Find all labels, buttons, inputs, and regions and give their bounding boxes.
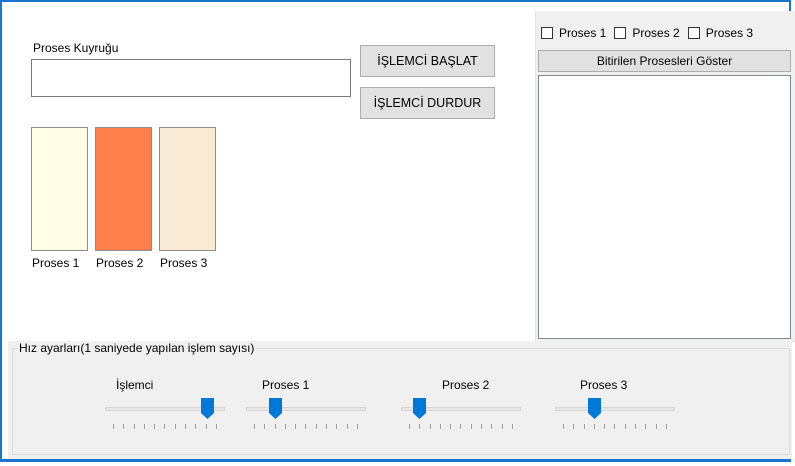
- tick-mark: [450, 424, 452, 429]
- processor-speed-slider-thumb[interactable]: [200, 398, 214, 419]
- tick-mark: [624, 424, 626, 429]
- tick-mark: [346, 424, 348, 429]
- checkbox-label: Proses 3: [705, 26, 754, 40]
- tick-mark: [336, 424, 338, 429]
- tick-mark: [614, 424, 616, 429]
- tick-mark: [305, 424, 307, 429]
- tick-mark: [315, 424, 317, 429]
- tick-mark: [264, 424, 266, 429]
- tick-mark: [254, 424, 255, 429]
- process-2-speed-slider-thumb[interactable]: [413, 398, 427, 419]
- tick-mark: [460, 424, 462, 429]
- process-2-box: [95, 127, 152, 251]
- process-2-label: Proses 2: [96, 256, 144, 270]
- speed-settings-title: Hız ayarları(1 saniyede yapılan işlem sa…: [17, 341, 257, 355]
- tick-mark: [635, 424, 637, 429]
- process-3-label: Proses 3: [160, 256, 208, 270]
- tick-mark: [481, 424, 483, 429]
- tick-mark: [284, 424, 286, 429]
- tick-mark: [583, 424, 585, 429]
- start-processor-button[interactable]: İŞLEMCİ BAŞLAT: [360, 45, 495, 77]
- tick-mark: [205, 424, 207, 429]
- tick-mark: [123, 424, 125, 429]
- checkbox-icon[interactable]: [614, 27, 627, 39]
- processor-speed-slider-ticks: [113, 424, 217, 430]
- checkbox-label: Proses 1: [559, 26, 607, 40]
- tick-mark: [429, 424, 431, 429]
- process-3-speed-label: Proses 3: [580, 378, 628, 392]
- tick-mark: [409, 424, 410, 429]
- process-2-speed-slider-ticks: [409, 424, 513, 430]
- tick-mark: [511, 424, 513, 429]
- checkbox-icon[interactable]: [687, 27, 700, 39]
- processor-speed-label: İşlemci: [116, 378, 154, 392]
- tick-mark: [164, 424, 166, 429]
- process-1-speed-slider-track[interactable]: [246, 407, 366, 411]
- show-finished-processes-button[interactable]: Bitirilen Prosesleri Göster: [538, 50, 791, 72]
- tick-mark: [491, 424, 493, 429]
- finished-processes-list[interactable]: [538, 75, 791, 339]
- queue-label: Proses Kuyruğu: [33, 41, 119, 55]
- process-3-speed-slider-ticks: [563, 424, 667, 430]
- tick-mark: [195, 424, 197, 429]
- tick-mark: [326, 424, 328, 429]
- process-1-box: [31, 127, 88, 251]
- process-1-speed-slider-thumb[interactable]: [268, 398, 282, 419]
- tick-mark: [274, 424, 276, 429]
- tick-mark: [419, 424, 421, 429]
- stop-processor-button[interactable]: İŞLEMCİ DURDUR: [360, 87, 495, 119]
- tick-mark: [470, 424, 472, 429]
- tick-mark: [665, 424, 667, 429]
- tick-mark: [439, 424, 441, 429]
- tick-mark: [143, 424, 145, 429]
- process-2-checkbox[interactable]: Proses 2: [614, 26, 680, 40]
- process-1-label: Proses 1: [32, 256, 80, 270]
- process-1-speed-label: Proses 1: [262, 378, 310, 392]
- tick-mark: [295, 424, 297, 429]
- tick-mark: [501, 424, 503, 429]
- tick-mark: [185, 424, 187, 429]
- process-3-box: [159, 127, 216, 251]
- group-border: [12, 348, 790, 455]
- process-filter-checkboxes: Proses 1 Proses 2 Proses 3: [541, 24, 761, 42]
- process-2-speed-label: Proses 2: [442, 378, 490, 392]
- tick-mark: [573, 424, 575, 429]
- process-3-speed-slider-thumb[interactable]: [588, 398, 602, 419]
- process-3-speed-slider-track[interactable]: [555, 407, 675, 411]
- queue-textbox[interactable]: [31, 59, 351, 97]
- process-1-checkbox[interactable]: Proses 1: [541, 26, 606, 40]
- process-1-speed-slider-ticks: [254, 424, 358, 430]
- tick-mark: [154, 424, 156, 429]
- tick-mark: [133, 424, 135, 429]
- process-3-checkbox[interactable]: Proses 3: [687, 26, 754, 40]
- tick-mark: [215, 424, 217, 429]
- tick-mark: [593, 424, 595, 429]
- tick-mark: [655, 424, 657, 429]
- tick-mark: [356, 424, 358, 429]
- tick-mark: [113, 424, 114, 429]
- tick-mark: [563, 424, 564, 429]
- tick-mark: [645, 424, 647, 429]
- checkbox-label: Proses 2: [632, 26, 680, 40]
- tick-mark: [604, 424, 606, 429]
- checkbox-icon[interactable]: [541, 27, 553, 39]
- tick-mark: [174, 424, 176, 429]
